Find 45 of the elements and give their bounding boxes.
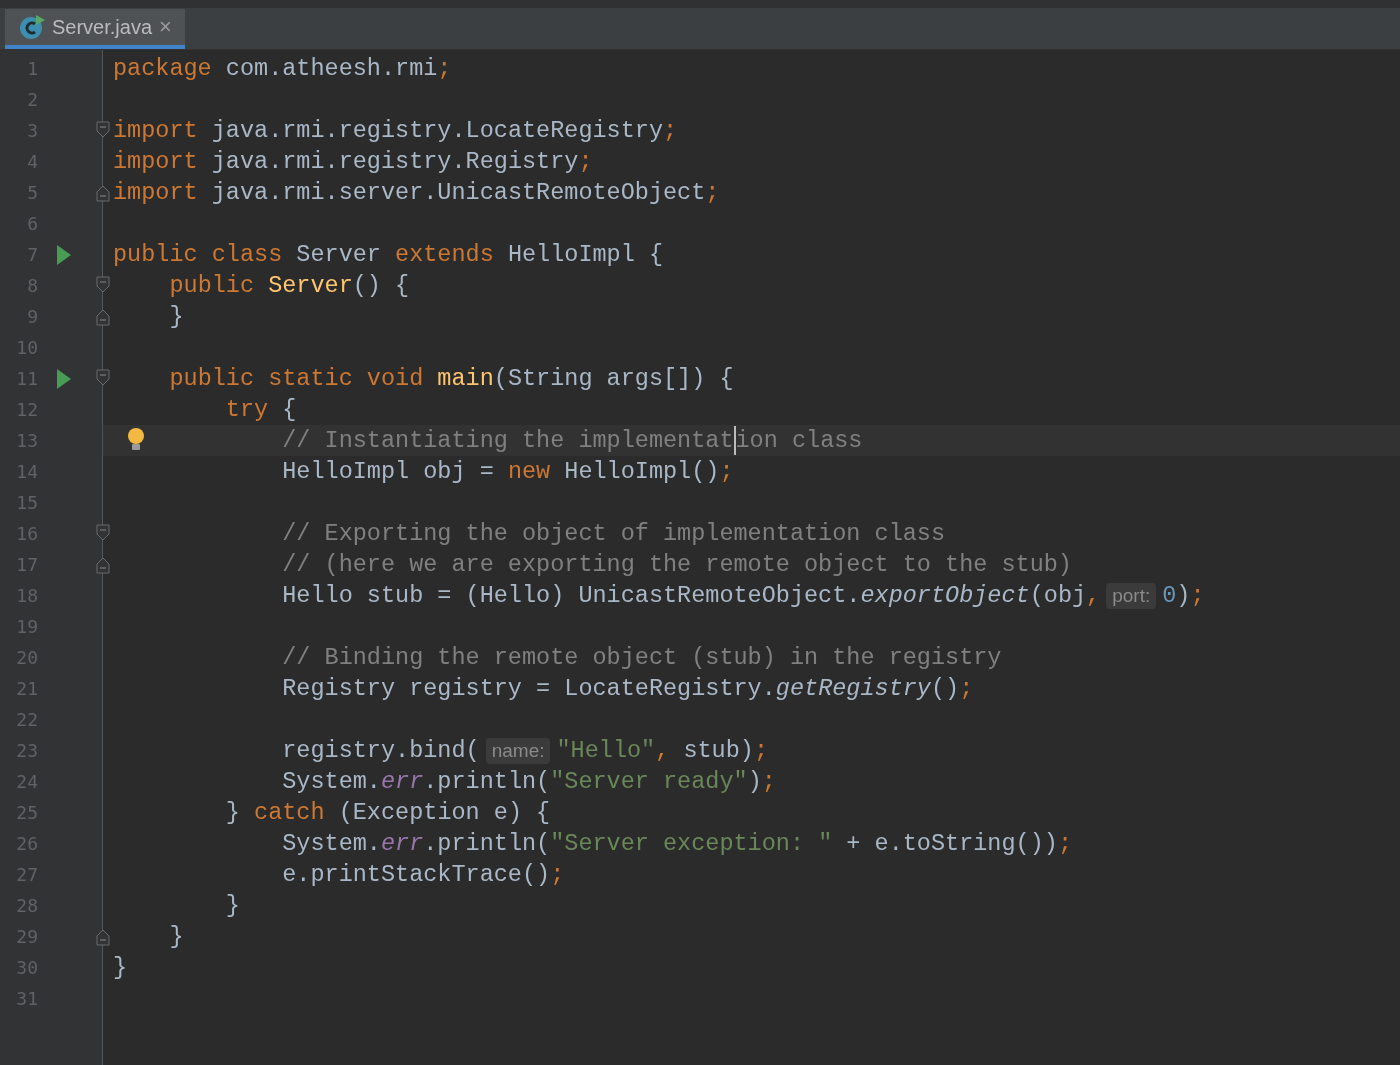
parameter-hint: port: (1106, 582, 1157, 609)
code-text: // (here we are exporting the remote object to the stub) (282, 549, 1072, 580)
parameter-hint: name: (485, 737, 551, 764)
code-text: ion class (735, 425, 863, 456)
fold-icon[interactable] (96, 276, 110, 293)
run-icon[interactable] (57, 244, 71, 265)
tab-title: Server.java (52, 15, 153, 40)
code-text: } catch (Exception e) { (225, 797, 551, 828)
code-text: } (169, 301, 184, 332)
code-text: } (113, 952, 128, 983)
code-text: // Instantiating the implementat (282, 425, 734, 456)
fold-icon[interactable] (96, 524, 110, 541)
code-text: // Exporting the object of implementation class (282, 518, 946, 549)
code-text: import java.rmi.server.UnicastRemoteObject; (113, 177, 720, 208)
code-text: public class Server extends HelloImpl { (113, 239, 663, 270)
code-text: Hello stub = (Hello) UnicastRemoteObject.exportObject(obj, (282, 580, 1101, 611)
code-text: System.err.println("Server exception: " + e.toString()); (282, 828, 1072, 859)
fold-icon[interactable] (96, 121, 110, 138)
code-text: "Hello", stub); (556, 735, 769, 766)
code-text: public Server() { (169, 270, 410, 301)
code-text: } (225, 890, 240, 921)
unfold-icon[interactable] (96, 929, 110, 946)
code-text: registry.bind( (282, 735, 480, 766)
code-text: e.printStackTrace(); (282, 859, 565, 890)
code-text: HelloImpl obj = new HelloImpl(); (282, 456, 734, 487)
lightbulb-icon[interactable] (127, 427, 145, 453)
code-text: 0); (1162, 580, 1205, 611)
unfold-icon[interactable] (96, 185, 110, 202)
unfold-icon[interactable] (96, 309, 110, 326)
code-text: // Binding the remote object (stub) in the registry (282, 642, 1002, 673)
text-cursor (733, 426, 736, 455)
code-text: System.err.println("Server ready"); (282, 766, 776, 797)
code-text: package com.atheesh.rmi; (113, 53, 452, 84)
code-text: import java.rmi.registry.LocateRegistry; (113, 115, 678, 146)
code-text: import java.rmi.registry.Registry; (113, 146, 593, 177)
file-tab[interactable]: Server.java × (5, 9, 185, 49)
close-icon[interactable]: × (159, 16, 172, 38)
code-text: try { (225, 394, 297, 425)
fold-icon[interactable] (96, 369, 110, 386)
code-text: public static void main(String args[]) { (169, 363, 734, 394)
run-icon[interactable] (57, 368, 71, 389)
code-text: } (169, 921, 184, 952)
unfold-icon[interactable] (96, 557, 110, 574)
class-file-icon (19, 14, 47, 40)
code-text: Registry registry = LocateRegistry.getRegistry(); (282, 673, 974, 704)
